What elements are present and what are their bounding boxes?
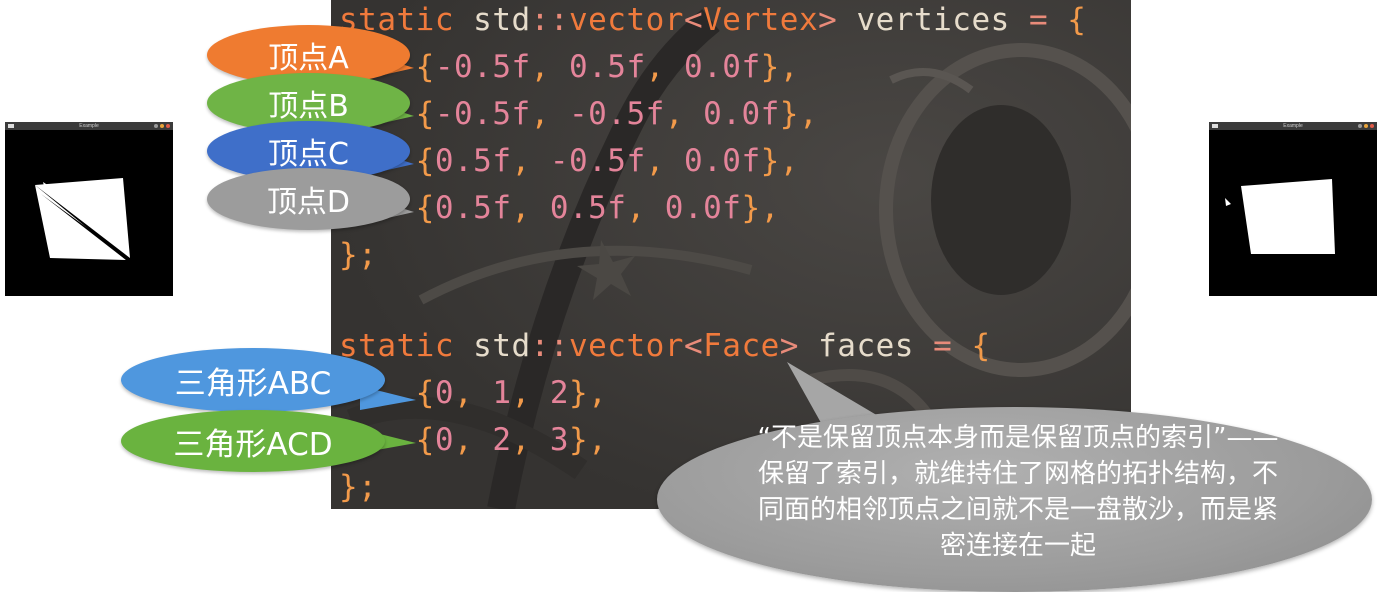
value: 1: [492, 375, 512, 411]
value: 0: [434, 422, 454, 458]
right-render-window: Example: [1209, 122, 1377, 296]
identifier-vertices: vertices: [856, 2, 1010, 38]
label-text: 顶点A: [268, 41, 349, 76]
row-close: },: [760, 49, 799, 85]
comma: ,: [511, 143, 550, 179]
keyword-static: static: [339, 328, 454, 364]
label-triangle-acd: 三角形ACD: [121, 410, 385, 472]
label-text: 三角形ACD: [173, 426, 333, 463]
value: -0.5f: [549, 143, 646, 179]
maximize-button[interactable]: [160, 124, 164, 128]
comma: ,: [511, 422, 550, 458]
window-titlebar: Example: [5, 122, 173, 130]
value: 0: [434, 375, 454, 411]
open-brace: {: [1067, 2, 1087, 38]
value: -0.5f: [568, 96, 665, 132]
window-controls: [1358, 124, 1374, 128]
value: 0.5f: [434, 143, 512, 179]
open-brace: {: [971, 328, 991, 364]
row-close: },: [779, 96, 819, 132]
angle-open: <: [683, 2, 704, 38]
cursor-icon: [1225, 198, 1231, 206]
type-face: Face: [703, 328, 780, 364]
label-text: 顶点C: [268, 137, 349, 172]
close-brace: };: [339, 469, 378, 505]
render-viewport: [35, 178, 130, 260]
comma: ,: [454, 422, 493, 458]
left-render-window: Example: [5, 122, 173, 296]
code-line-close-faces: };: [339, 467, 377, 507]
quad-render: [1241, 179, 1335, 254]
label-vertex-d: 顶点D: [207, 168, 410, 230]
type-vector: vector: [568, 2, 684, 38]
window-title: Example: [79, 123, 99, 129]
window-controls: [154, 124, 170, 128]
comma: ,: [530, 49, 569, 85]
row-close: },: [741, 190, 780, 226]
label-text: 顶点D: [266, 185, 351, 220]
identifier-faces: faces: [818, 328, 914, 364]
maximize-button[interactable]: [1364, 124, 1368, 128]
value: 0.0f: [664, 190, 742, 226]
assign-operator: =: [933, 328, 953, 364]
namespace-std: std: [473, 328, 531, 364]
type-vertex: Vertex: [703, 2, 819, 38]
value: 0.0f: [683, 143, 761, 179]
label-text: 顶点B: [268, 89, 349, 124]
value: 3: [549, 422, 569, 458]
row-close: },: [569, 375, 608, 411]
comma: ,: [645, 143, 684, 179]
value: 2: [549, 375, 569, 411]
comma: ,: [511, 375, 550, 411]
comma: ,: [664, 96, 704, 132]
angle-close: >: [779, 328, 799, 364]
label-text: 三角形ABC: [174, 365, 332, 402]
window-title: Example: [1283, 123, 1303, 129]
minimize-button[interactable]: [1358, 124, 1362, 128]
comma: ,: [511, 190, 550, 226]
code-line-close-vertices: };: [339, 235, 377, 275]
value: 2: [492, 422, 512, 458]
comma: ,: [645, 49, 684, 85]
window-titlebar: Example: [1209, 122, 1377, 130]
render-viewport: [1225, 179, 1335, 254]
comma: ,: [626, 190, 665, 226]
value: -0.5f: [434, 49, 531, 85]
code-line-vertices-decl: static std::vector<Vertex> vertices = {: [339, 0, 1086, 40]
quote-text: “不是保留顶点本身而是保留顶点的索引”——保留了索引，就维持住了网格的拓扑结构，…: [757, 423, 1279, 561]
value: -0.5f: [434, 96, 531, 132]
angle-close: >: [818, 2, 838, 38]
angle-open: <: [683, 328, 704, 364]
scope-operator: ::: [530, 328, 569, 364]
assign-operator: =: [1028, 2, 1049, 38]
label-triangle-abc: 三角形ABC: [121, 348, 385, 412]
value: 0.0f: [683, 49, 761, 85]
minimize-button[interactable]: [154, 124, 158, 128]
close-brace: };: [339, 237, 378, 273]
scope-operator: ::: [530, 2, 569, 38]
type-vector: vector: [568, 328, 684, 364]
comma: ,: [454, 375, 493, 411]
value: 0.5f: [434, 190, 512, 226]
namespace-std: std: [473, 2, 531, 38]
close-button[interactable]: [166, 124, 170, 128]
value: 0.5f: [549, 190, 627, 226]
row-close: },: [569, 422, 608, 458]
value: 0.5f: [568, 49, 646, 85]
close-button[interactable]: [1370, 124, 1374, 128]
value: 0.0f: [703, 96, 780, 132]
comma: ,: [530, 96, 569, 132]
row-close: },: [760, 143, 799, 179]
